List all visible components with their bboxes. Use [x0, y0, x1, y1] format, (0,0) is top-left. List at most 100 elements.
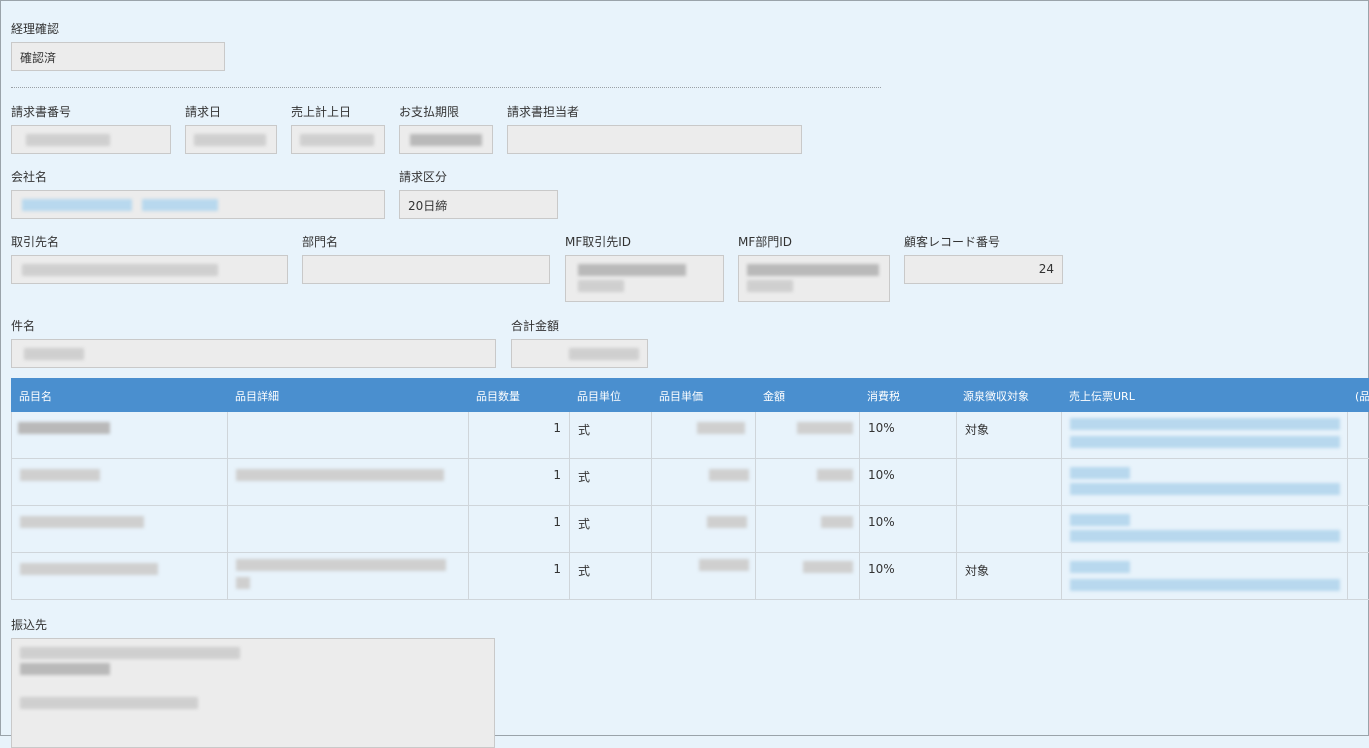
- cell-tax[interactable]: 10%: [860, 412, 957, 458]
- due-date-field[interactable]: [399, 125, 493, 154]
- cell-sales-slip-url[interactable]: [1062, 412, 1348, 458]
- cell-unit[interactable]: 式: [570, 459, 652, 505]
- section-divider: [11, 87, 881, 88]
- cell-item-name[interactable]: [12, 412, 228, 458]
- cell-unit-price[interactable]: [652, 506, 756, 552]
- redacted-link[interactable]: [1070, 418, 1340, 430]
- cell-unit[interactable]: 式: [570, 412, 652, 458]
- subject-field[interactable]: [11, 339, 496, 368]
- cell-withholding[interactable]: [957, 506, 1062, 552]
- redacted-text: [142, 199, 218, 211]
- bank-field[interactable]: [11, 638, 495, 748]
- cell-unit-price[interactable]: [652, 553, 756, 599]
- redacted-text: [26, 134, 110, 146]
- cell-sales-slip-url[interactable]: [1062, 459, 1348, 505]
- cell-item-detail[interactable]: [228, 506, 469, 552]
- cell-item-detail[interactable]: [228, 412, 469, 458]
- cell-withholding[interactable]: 対象: [957, 553, 1062, 599]
- invoice-date-label: 請求日: [185, 105, 222, 119]
- customer-record-value: 24: [1038, 262, 1054, 276]
- cell-item-name[interactable]: [12, 553, 228, 599]
- header-withholding: 源泉徴収対象: [963, 390, 1029, 403]
- redacted-link[interactable]: [1070, 514, 1130, 526]
- table-row: 1 式 10% 対象: [12, 412, 1369, 459]
- sales-date-field[interactable]: [291, 125, 385, 154]
- cell-withholding[interactable]: [957, 459, 1062, 505]
- company-label: 会社名: [11, 170, 48, 184]
- cell-unit[interactable]: 式: [570, 506, 652, 552]
- redacted-link[interactable]: [1070, 483, 1340, 495]
- cell-tax[interactable]: 10%: [860, 459, 957, 505]
- mf-department-id-label: MF部門ID: [738, 235, 793, 249]
- cell-tax[interactable]: 10%: [860, 506, 957, 552]
- cell-amount[interactable]: [756, 412, 860, 458]
- redacted-text: [20, 563, 158, 575]
- billing-type-label: 請求区分: [399, 170, 448, 184]
- total-amount-field[interactable]: [511, 339, 648, 368]
- redacted-text: [747, 264, 879, 276]
- cell-item-detail[interactable]: [228, 553, 469, 599]
- cell-item-detail[interactable]: [228, 459, 469, 505]
- company-field[interactable]: [11, 190, 385, 219]
- cell-quantity[interactable]: 1: [469, 506, 570, 552]
- billing-type-value: 20日締: [408, 199, 448, 213]
- header-overflow: (品: [1355, 390, 1369, 403]
- redacted-link[interactable]: [1070, 579, 1340, 591]
- header-amount: 金額: [763, 390, 785, 403]
- cell-sales-slip-url[interactable]: [1062, 506, 1348, 552]
- table-row: 1 式 10%: [12, 459, 1369, 506]
- cell-amount[interactable]: [756, 553, 860, 599]
- redacted-text: [697, 422, 745, 434]
- cell-sales-slip-url[interactable]: [1062, 553, 1348, 599]
- cell-amount[interactable]: [756, 506, 860, 552]
- client-name-field[interactable]: [11, 255, 288, 284]
- cell-unit-price[interactable]: [652, 459, 756, 505]
- cell-item-name[interactable]: [12, 459, 228, 505]
- cell-withholding[interactable]: 対象: [957, 412, 1062, 458]
- invoice-owner-field[interactable]: [507, 125, 802, 154]
- mf-department-id-field[interactable]: [738, 255, 890, 302]
- client-name-label: 取引先名: [11, 235, 60, 249]
- invoice-number-field[interactable]: [11, 125, 171, 154]
- cell-quantity[interactable]: 1: [469, 553, 570, 599]
- cell-unit[interactable]: 式: [570, 553, 652, 599]
- redacted-link[interactable]: [1070, 561, 1130, 573]
- cell-amount[interactable]: [756, 459, 860, 505]
- mf-client-id-field[interactable]: [565, 255, 724, 302]
- bank-label: 振込先: [11, 618, 48, 632]
- cell-item-name[interactable]: [12, 506, 228, 552]
- redacted-text: [22, 199, 132, 211]
- cell-quantity[interactable]: 1: [469, 412, 570, 458]
- department-label: 部門名: [302, 235, 339, 249]
- subject-label: 件名: [11, 319, 36, 333]
- redacted-text: [18, 422, 110, 434]
- approval-field[interactable]: 確認済: [11, 42, 225, 71]
- redacted-text: [20, 663, 110, 675]
- redacted-link[interactable]: [1070, 467, 1130, 479]
- cell-unit-price[interactable]: [652, 412, 756, 458]
- redacted-text: [236, 577, 250, 589]
- invoice-date-field[interactable]: [185, 125, 277, 154]
- redacted-text: [236, 559, 446, 571]
- redacted-text: [747, 280, 793, 292]
- table-row: 1 式 10%: [12, 506, 1369, 553]
- sales-date-label: 売上計上日: [291, 105, 352, 119]
- redacted-link[interactable]: [1070, 530, 1340, 542]
- header-item-detail: 品目詳細: [235, 390, 279, 403]
- cell-quantity[interactable]: 1: [469, 459, 570, 505]
- redacted-link[interactable]: [1070, 436, 1340, 448]
- redacted-text: [797, 422, 853, 434]
- approval-label: 経理確認: [11, 22, 60, 36]
- customer-record-field[interactable]: 24: [904, 255, 1063, 284]
- billing-type-field[interactable]: 20日締: [399, 190, 558, 219]
- department-field[interactable]: [302, 255, 550, 284]
- items-table: 品目名 品目詳細 品目数量 品目単位 品目単価 金額 消費税 源泉徴収対象 売上…: [11, 378, 1369, 600]
- redacted-text: [194, 134, 266, 146]
- approval-value: 確認済: [20, 51, 57, 65]
- redacted-text: [709, 469, 749, 481]
- cell-tax[interactable]: 10%: [860, 553, 957, 599]
- redacted-text: [20, 516, 144, 528]
- invoice-number-label: 請求書番号: [11, 105, 72, 119]
- redacted-text: [803, 561, 853, 573]
- items-table-header: 品目名 品目詳細 品目数量 品目単位 品目単価 金額 消費税 源泉徴収対象 売上…: [11, 378, 1369, 412]
